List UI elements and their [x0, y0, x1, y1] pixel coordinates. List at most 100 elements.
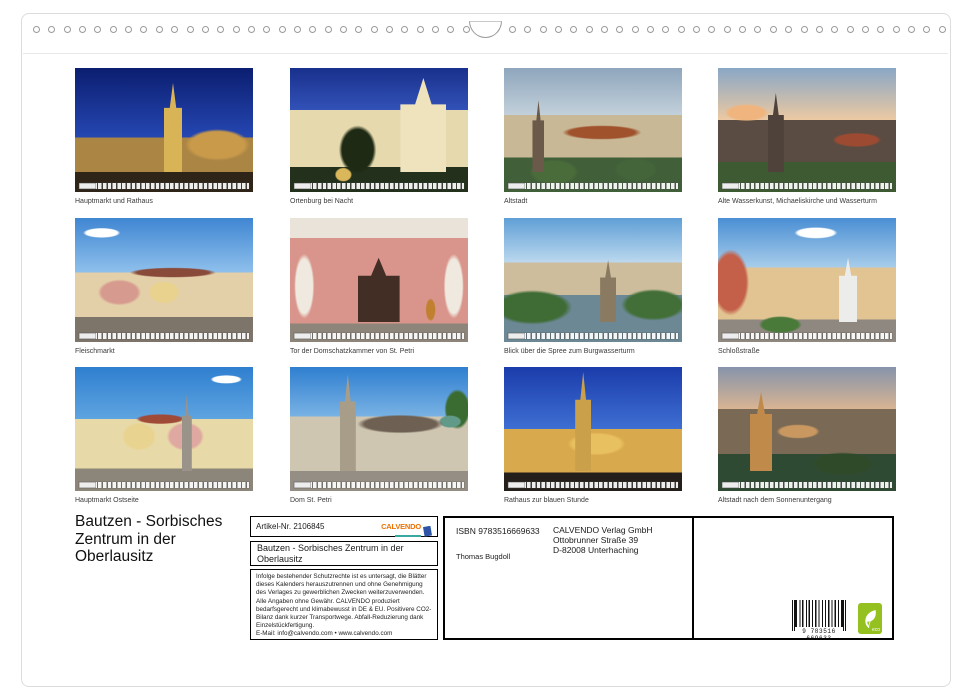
photo-caption: Ortenburg bei Nacht [290, 197, 468, 206]
binding-hole [601, 26, 608, 33]
binding-shadow-line [23, 53, 948, 54]
calendar-month-thumbnail: Tor der Domschatzkammer von St. Petri [290, 218, 468, 342]
hanger-notch [469, 21, 502, 38]
photo-caption: Schloßstraße [718, 347, 896, 356]
binding-hole [110, 26, 117, 33]
isbn: ISBN 9783516669633 [456, 526, 540, 536]
binding-hole [401, 26, 408, 33]
calvendo-logo-icon [423, 526, 432, 537]
month-photo [504, 68, 682, 192]
calendar-month-thumbnail: Hauptmarkt Ostseite [75, 367, 253, 491]
tower-silhouette [358, 258, 400, 322]
binding-hole [355, 26, 362, 33]
binding-hole [586, 26, 593, 33]
calendar-title-box: Bautzen - Sorbisches Zentrum in der Ober… [250, 541, 438, 566]
photo-caption: Hauptmarkt Ostseite [75, 496, 253, 505]
calendar-month-thumbnail: Schloßstraße [718, 218, 896, 342]
tower-silhouette [340, 374, 356, 471]
binding-hole [48, 26, 55, 33]
photo-caption: Rathaus zur blauen Stunde [504, 496, 682, 505]
binding-hole [463, 26, 470, 33]
leaf-icon [862, 609, 878, 629]
binding-hole [739, 26, 746, 33]
binding-hole [217, 26, 224, 33]
binding-hole [79, 26, 86, 33]
binding-hole [371, 26, 378, 33]
binding-hole [386, 26, 393, 33]
date-strip [294, 183, 464, 189]
photo-caption: Blick über die Spree zum Burgwasserturm [504, 347, 682, 356]
calendar-month-thumbnail: Altstadt nach dem Sonnenuntergang [718, 367, 896, 491]
date-strip [294, 482, 464, 488]
date-strip [722, 333, 892, 339]
month-photo [290, 367, 468, 491]
publisher-box-divider [692, 518, 694, 638]
article-number-box: Artikel-Nr. 2106845 CALVENDO [250, 516, 438, 537]
binding-hole [140, 26, 147, 33]
eco-label: eco [872, 628, 880, 633]
calvendo-logo: CALVENDO [381, 516, 432, 537]
binding-hole [33, 26, 40, 33]
binding-hole [233, 26, 240, 33]
author-name: Thomas Bugdoll [456, 552, 510, 561]
calvendo-tagline-mark [395, 535, 421, 537]
publisher-address: CALVENDO Verlag GmbH Ottobrunner Straße … [553, 525, 653, 555]
binding-hole [693, 26, 700, 33]
binding-hole [816, 26, 823, 33]
binding-hole [340, 26, 347, 33]
article-number: Artikel-Nr. 2106845 [256, 522, 324, 531]
month-photo [290, 68, 468, 192]
month-photo [718, 68, 896, 192]
month-photo [718, 367, 896, 491]
calvendo-logo-text: CALVENDO [381, 522, 421, 531]
binding-hole [417, 26, 424, 33]
tower-silhouette [164, 83, 182, 172]
calendar-month-thumbnail: Rathaus zur blauen Stunde [504, 367, 682, 491]
calendar-title: Bautzen - Sorbisches Zentrum in der Ober… [75, 513, 253, 566]
binding-hole [570, 26, 577, 33]
binding-hole [263, 26, 270, 33]
binding-hole [540, 26, 547, 33]
tower-silhouette [182, 394, 192, 471]
binding-hole [877, 26, 884, 33]
binding-hole [248, 26, 255, 33]
tower-silhouette [532, 100, 544, 172]
binding-hole [509, 26, 516, 33]
photo-caption: Fleischmarkt [75, 347, 253, 356]
tower-silhouette [400, 78, 446, 172]
calendar-month-thumbnail: Ortenburg bei Nacht [290, 68, 468, 192]
date-strip [79, 482, 249, 488]
binding-hole [432, 26, 439, 33]
photo-caption: Altstadt [504, 197, 682, 206]
binding-hole [279, 26, 286, 33]
binding-hole [923, 26, 930, 33]
binding-hole [647, 26, 654, 33]
date-strip [508, 482, 678, 488]
binding-hole [325, 26, 332, 33]
photo-caption: Tor der Domschatzkammer von St. Petri [290, 347, 468, 356]
binding-hole [831, 26, 838, 33]
tower-silhouette [768, 93, 784, 172]
binding-hole [632, 26, 639, 33]
date-strip [722, 183, 892, 189]
barcode-digits: 9 783516 669633 [790, 628, 848, 642]
month-photo [75, 367, 253, 491]
binding-hole [202, 26, 209, 33]
tower-silhouette [575, 372, 591, 471]
binding-hole [555, 26, 562, 33]
date-strip [79, 183, 249, 189]
binding-hole [94, 26, 101, 33]
ean-barcode: 9 783516 669633 [790, 600, 848, 636]
binding-hole [754, 26, 761, 33]
tower-silhouette [839, 258, 857, 322]
calendar-month-thumbnail: Fleischmarkt [75, 218, 253, 342]
binding-hole [125, 26, 132, 33]
binding-hole [724, 26, 731, 33]
photo-caption: Altstadt nach dem Sonnenuntergang [718, 496, 896, 505]
date-strip [722, 482, 892, 488]
binding-hole [893, 26, 900, 33]
binding-hole [294, 26, 301, 33]
calendar-month-thumbnail: Hauptmarkt und Rathaus [75, 68, 253, 192]
legal-text: Infolge bestehender Schutzrechte ist es … [256, 573, 432, 630]
month-photo [504, 218, 682, 342]
